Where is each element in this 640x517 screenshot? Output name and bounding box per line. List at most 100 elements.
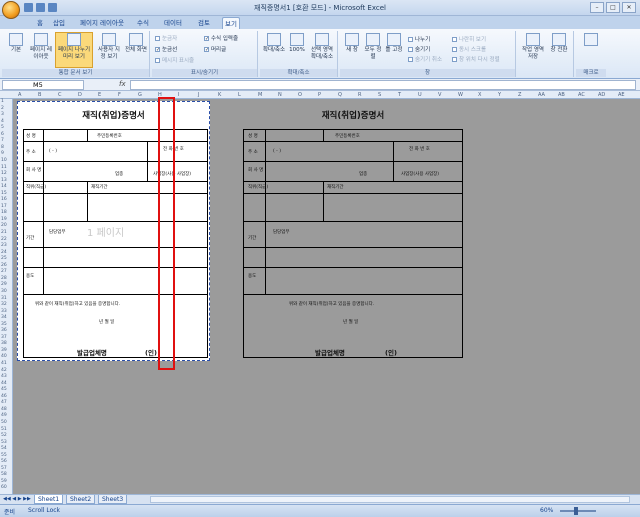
save-workspace-button[interactable]: 작업 영역 저장 (520, 33, 546, 60)
minimize-button[interactable]: – (590, 2, 604, 13)
column-header[interactable]: AA (538, 91, 545, 99)
message-bar-checkbox[interactable]: 메시지 표시줄 (155, 56, 194, 64)
row-header[interactable]: 51 (1, 427, 7, 432)
column-header[interactable]: R (358, 91, 361, 99)
ruler-checkbox[interactable]: 눈금자 (155, 34, 177, 42)
column-header[interactable]: D (78, 91, 82, 99)
row-header[interactable]: 23 (1, 243, 7, 248)
tab-2[interactable]: 페이지 레이아웃 (76, 17, 128, 29)
row-header[interactable]: 12 (1, 171, 7, 176)
row-header[interactable]: 13 (1, 178, 7, 183)
column-header[interactable]: A (18, 91, 21, 99)
office-button[interactable] (2, 1, 20, 19)
row-header[interactable]: 4 (1, 119, 4, 124)
zoom-slider[interactable] (560, 510, 596, 512)
page-break-line[interactable] (17, 101, 210, 361)
status-zoom-level[interactable]: 60% (540, 507, 553, 514)
column-header[interactable]: G (138, 91, 142, 99)
column-header[interactable]: M (258, 91, 262, 99)
name-box[interactable]: M5 (2, 80, 84, 90)
row-header[interactable]: 14 (1, 184, 7, 189)
unhide-button[interactable]: 숨기기 취소 (408, 55, 442, 63)
column-header[interactable]: J (198, 91, 199, 99)
row-header[interactable]: 28 (1, 276, 7, 281)
column-header[interactable]: C (58, 91, 62, 99)
maximize-button[interactable]: □ (606, 2, 620, 13)
row-header[interactable]: 47 (1, 400, 7, 405)
sheet-area[interactable]: 재직(취업)증명서 성 명 주민등록번호 주 소 ( - ) 전 화 번 호 회… (13, 99, 640, 494)
headings-checkbox[interactable]: ✓ 머리글 (204, 45, 226, 53)
column-header[interactable]: AB (558, 91, 565, 99)
row-header[interactable]: 34 (1, 315, 7, 320)
tab-6[interactable]: 보기 (222, 17, 240, 29)
row-header[interactable]: 60 (1, 485, 7, 490)
new-window-button[interactable]: 새 창 (342, 33, 362, 54)
zoom-selection-button[interactable]: 선택 영역 확대/축소 (308, 33, 336, 60)
full-screen-button[interactable]: 전체 화면 (124, 33, 148, 54)
arrange-all-button[interactable]: 모두 정렬 (363, 33, 383, 60)
row-header[interactable]: 1 (1, 99, 4, 104)
row-header[interactable]: 24 (1, 250, 7, 255)
freeze-panes-button[interactable]: 틀 고정 (384, 33, 404, 54)
row-header[interactable]: 48 (1, 407, 7, 412)
row-header[interactable]: 54 (1, 446, 7, 451)
gridlines-checkbox[interactable]: ✓ 눈금선 (155, 45, 177, 53)
column-header[interactable]: AE (618, 91, 625, 99)
row-header[interactable]: 25 (1, 256, 7, 261)
sheet-nav-arrows[interactable]: ◀◀ ◀ ▶ ▶▶ (3, 496, 31, 502)
column-header[interactable]: F (118, 91, 121, 99)
column-header[interactable]: Y (498, 91, 501, 99)
row-header[interactable]: 46 (1, 394, 7, 399)
tab-4[interactable]: 데이터 (160, 17, 186, 29)
page-break-preview-button[interactable]: 페이지 나누기 미리 보기 (55, 32, 93, 68)
row-header[interactable]: 33 (1, 309, 7, 314)
row-header[interactable]: 56 (1, 459, 7, 464)
column-header[interactable]: V (438, 91, 441, 99)
row-header[interactable]: 11 (1, 165, 7, 170)
macros-button[interactable] (578, 33, 604, 47)
horizontal-scrollbar[interactable] (150, 496, 630, 503)
reset-window-position-button[interactable]: 창 위치 다시 정렬 (452, 55, 500, 63)
split-button[interactable]: 나누기 (408, 35, 430, 43)
formula-input[interactable] (130, 80, 636, 90)
tab-1[interactable]: 삽입 (51, 17, 67, 29)
zoom-button[interactable]: 확대/축소 (262, 33, 286, 54)
row-header[interactable]: 41 (1, 361, 7, 366)
row-header[interactable]: 10 (1, 158, 7, 163)
page-layout-button[interactable]: 페이지 레이아웃 (29, 33, 53, 60)
row-header[interactable]: 40 (1, 354, 7, 359)
column-header[interactable]: Q (338, 91, 342, 99)
row-header[interactable]: 44 (1, 381, 7, 386)
side-by-side-button[interactable]: 나란히 보기 (452, 35, 486, 43)
switch-windows-button[interactable]: 창 전환 (547, 33, 571, 54)
column-header[interactable]: O (298, 91, 302, 99)
column-header[interactable]: I (178, 91, 179, 99)
column-header[interactable]: P (318, 91, 321, 99)
row-header[interactable]: 55 (1, 453, 7, 458)
row-header[interactable]: 58 (1, 472, 7, 477)
sheet-tab-3[interactable]: Sheet3 (98, 495, 128, 504)
sheet-tab-1[interactable]: Sheet1 (34, 495, 64, 504)
row-header[interactable]: 45 (1, 387, 7, 392)
sync-scroll-button[interactable]: 동시 스크롤 (452, 45, 486, 53)
row-header[interactable]: 31 (1, 296, 7, 301)
tab-0[interactable]: 홈 (34, 17, 46, 29)
zoom-slider-handle[interactable] (574, 507, 578, 515)
row-header[interactable]: 22 (1, 237, 7, 242)
row-header[interactable]: 8 (1, 145, 4, 150)
row-header[interactable]: 21 (1, 230, 7, 235)
row-header[interactable]: 7 (1, 138, 4, 143)
formula-bar-checkbox[interactable]: ✓ 수식 입력줄 (204, 34, 238, 42)
column-header[interactable]: Z (518, 91, 521, 99)
normal-view-button[interactable]: 기본 (5, 33, 27, 54)
row-header[interactable]: 17 (1, 204, 7, 209)
row-header[interactable]: 27 (1, 269, 7, 274)
column-header[interactable]: K (218, 91, 221, 99)
row-header[interactable]: 9 (1, 151, 4, 156)
column-header[interactable]: N (278, 91, 282, 99)
row-header[interactable]: 36 (1, 328, 7, 333)
row-header[interactable]: 39 (1, 348, 7, 353)
column-header[interactable]: B (38, 91, 41, 99)
row-header[interactable]: 2 (1, 106, 4, 111)
row-header[interactable]: 26 (1, 263, 7, 268)
